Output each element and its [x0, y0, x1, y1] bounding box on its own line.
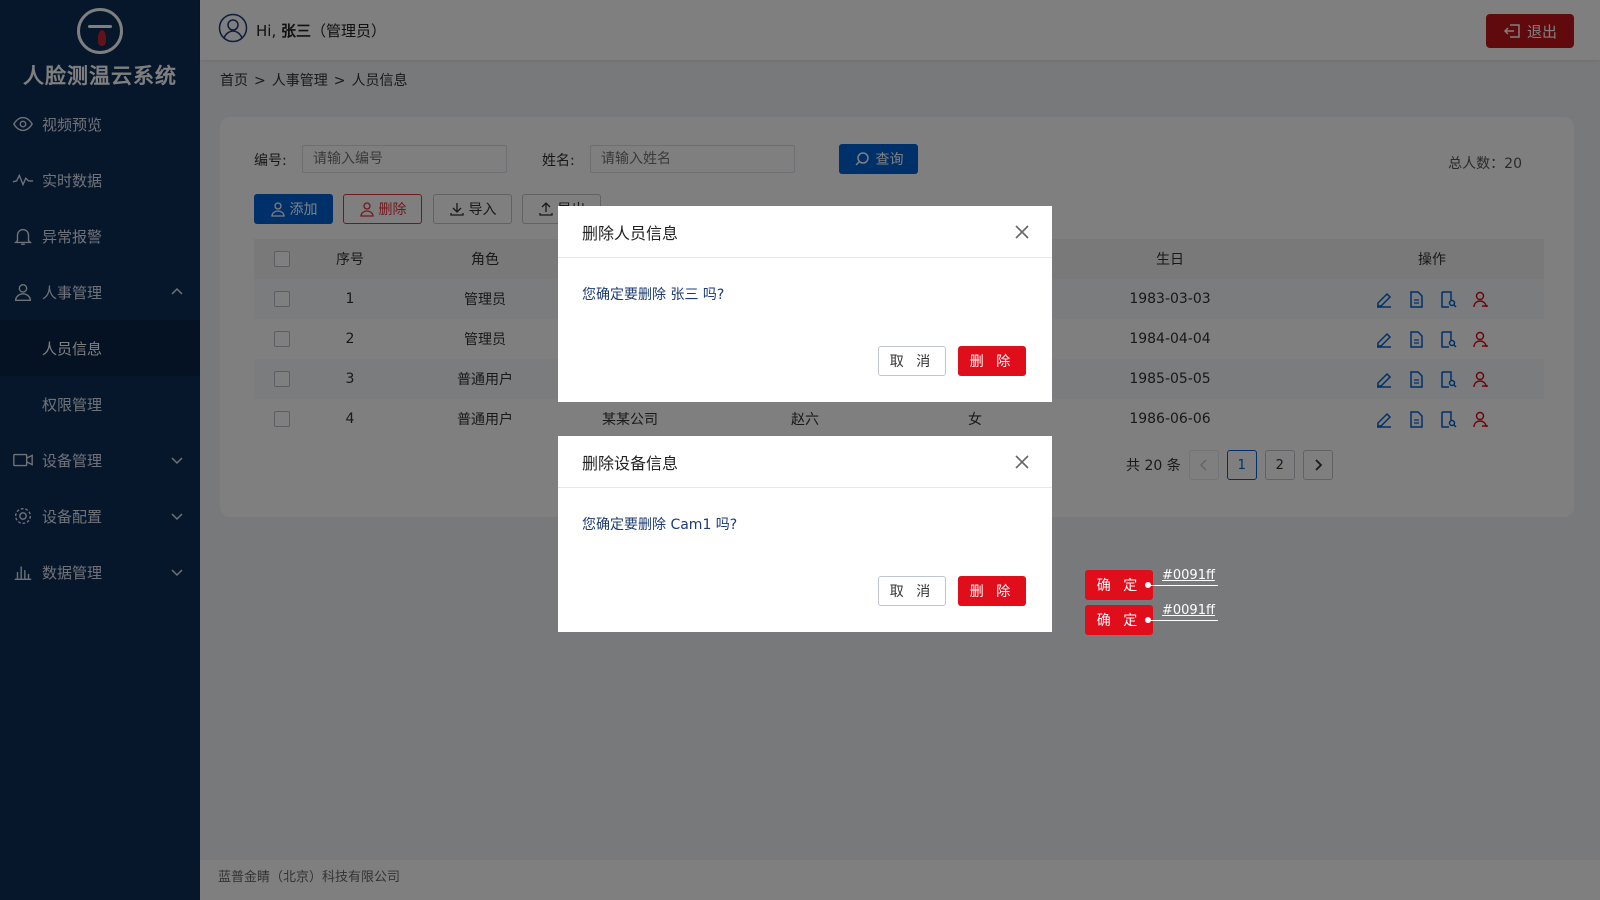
dialog-message: 您确定要删除 张三 吗?: [582, 287, 725, 303]
cancel-button[interactable]: 取 消: [878, 346, 946, 376]
annotation-line: [1146, 585, 1218, 586]
cancel-button[interactable]: 取 消: [878, 576, 946, 606]
dialog-header: 删除人员信息: [558, 206, 1052, 258]
dialog-footer: 取 消 删 除: [558, 346, 1052, 402]
dialog-title: 删除人员信息: [582, 223, 679, 243]
confirm-delete-button[interactable]: 删 除: [958, 346, 1026, 376]
color-annotation: #0091ff: [1162, 568, 1215, 583]
dialog-header: 删除设备信息: [558, 436, 1052, 488]
annotation-line: [1146, 620, 1218, 621]
confirm-button-sample[interactable]: 确 定: [1085, 605, 1153, 635]
delete-device-dialog: 删除设备信息 您确定要删除 Cam1 吗? 取 消 删 除: [558, 436, 1052, 632]
confirm-delete-button[interactable]: 删 除: [958, 576, 1026, 606]
close-icon[interactable]: [1014, 224, 1030, 240]
color-annotation: #0091ff: [1162, 603, 1215, 618]
confirm-button-sample[interactable]: 确 定: [1085, 570, 1153, 600]
dialog-footer: 取 消 删 除: [558, 576, 1052, 632]
dialog-title: 删除设备信息: [582, 453, 679, 473]
dialog-message: 您确定要删除 Cam1 吗?: [582, 517, 738, 533]
delete-person-dialog: 删除人员信息 您确定要删除 张三 吗? 取 消 删 除: [558, 206, 1052, 402]
close-icon[interactable]: [1014, 454, 1030, 470]
